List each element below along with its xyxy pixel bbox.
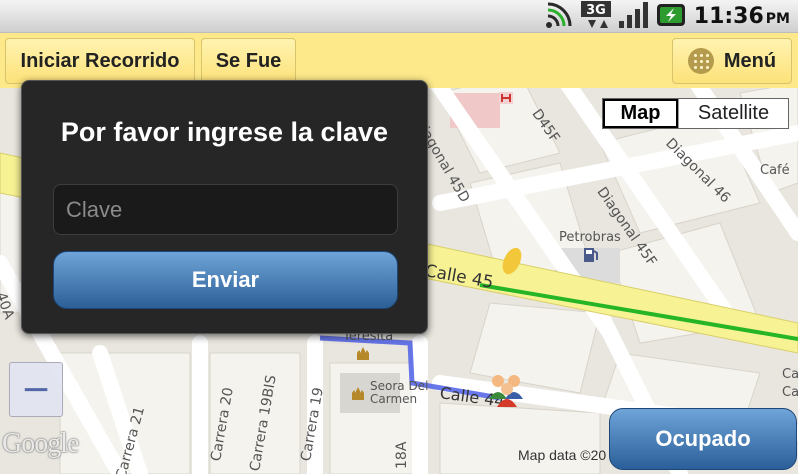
status-bar: 3G 11:36 PM	[0, 0, 798, 33]
submit-button[interactable]: Enviar	[53, 251, 398, 309]
zoom-out-button[interactable]: −	[9, 362, 63, 417]
start-route-button[interactable]: Iniciar Recorrido	[5, 38, 195, 84]
menu-button[interactable]: Menú	[672, 38, 792, 84]
password-input[interactable]	[53, 184, 398, 235]
street-label-18a: 18A	[394, 441, 410, 469]
place-label-seora-del-carmen: Seora Del Carmen	[370, 379, 429, 406]
menu-label: Menú	[723, 49, 777, 72]
place-label-ca-1: Ca	[782, 367, 798, 382]
group-users-icon[interactable]	[488, 373, 526, 411]
map-type-map-button[interactable]: Map	[603, 99, 678, 128]
battery-charging-icon	[656, 2, 688, 32]
place-label-ca-2: Ca	[782, 385, 798, 400]
church-icon	[355, 345, 371, 364]
place-label-cafe: Café	[760, 163, 790, 178]
signal-bars-icon	[618, 1, 650, 33]
map-type-switch: Map Satellite	[602, 98, 789, 129]
clock: 11:36 PM	[693, 4, 790, 29]
gas-station-icon	[583, 245, 599, 267]
place-label-petrobras: Petrobras	[559, 230, 621, 245]
status-icons: 3G 11:36 PM	[544, 0, 790, 33]
3g-icon: 3G	[580, 0, 612, 34]
signal-wifi-icon	[544, 0, 574, 34]
grid-menu-icon	[687, 48, 714, 74]
map-copyright: Map data ©20	[518, 447, 607, 463]
church-icon	[350, 385, 366, 404]
left-button[interactable]: Se Fue	[201, 38, 296, 84]
hospital-icon	[499, 89, 513, 108]
dialog-title: Por favor ingrese la clave	[60, 117, 389, 147]
occupied-button[interactable]: Ocupado	[609, 408, 797, 470]
map-type-satellite-button[interactable]: Satellite	[678, 99, 788, 128]
svg-text:3G: 3G	[586, 3, 606, 18]
password-dialog: Por favor ingrese la clave Enviar	[21, 80, 428, 334]
google-logo: Google	[2, 428, 79, 459]
